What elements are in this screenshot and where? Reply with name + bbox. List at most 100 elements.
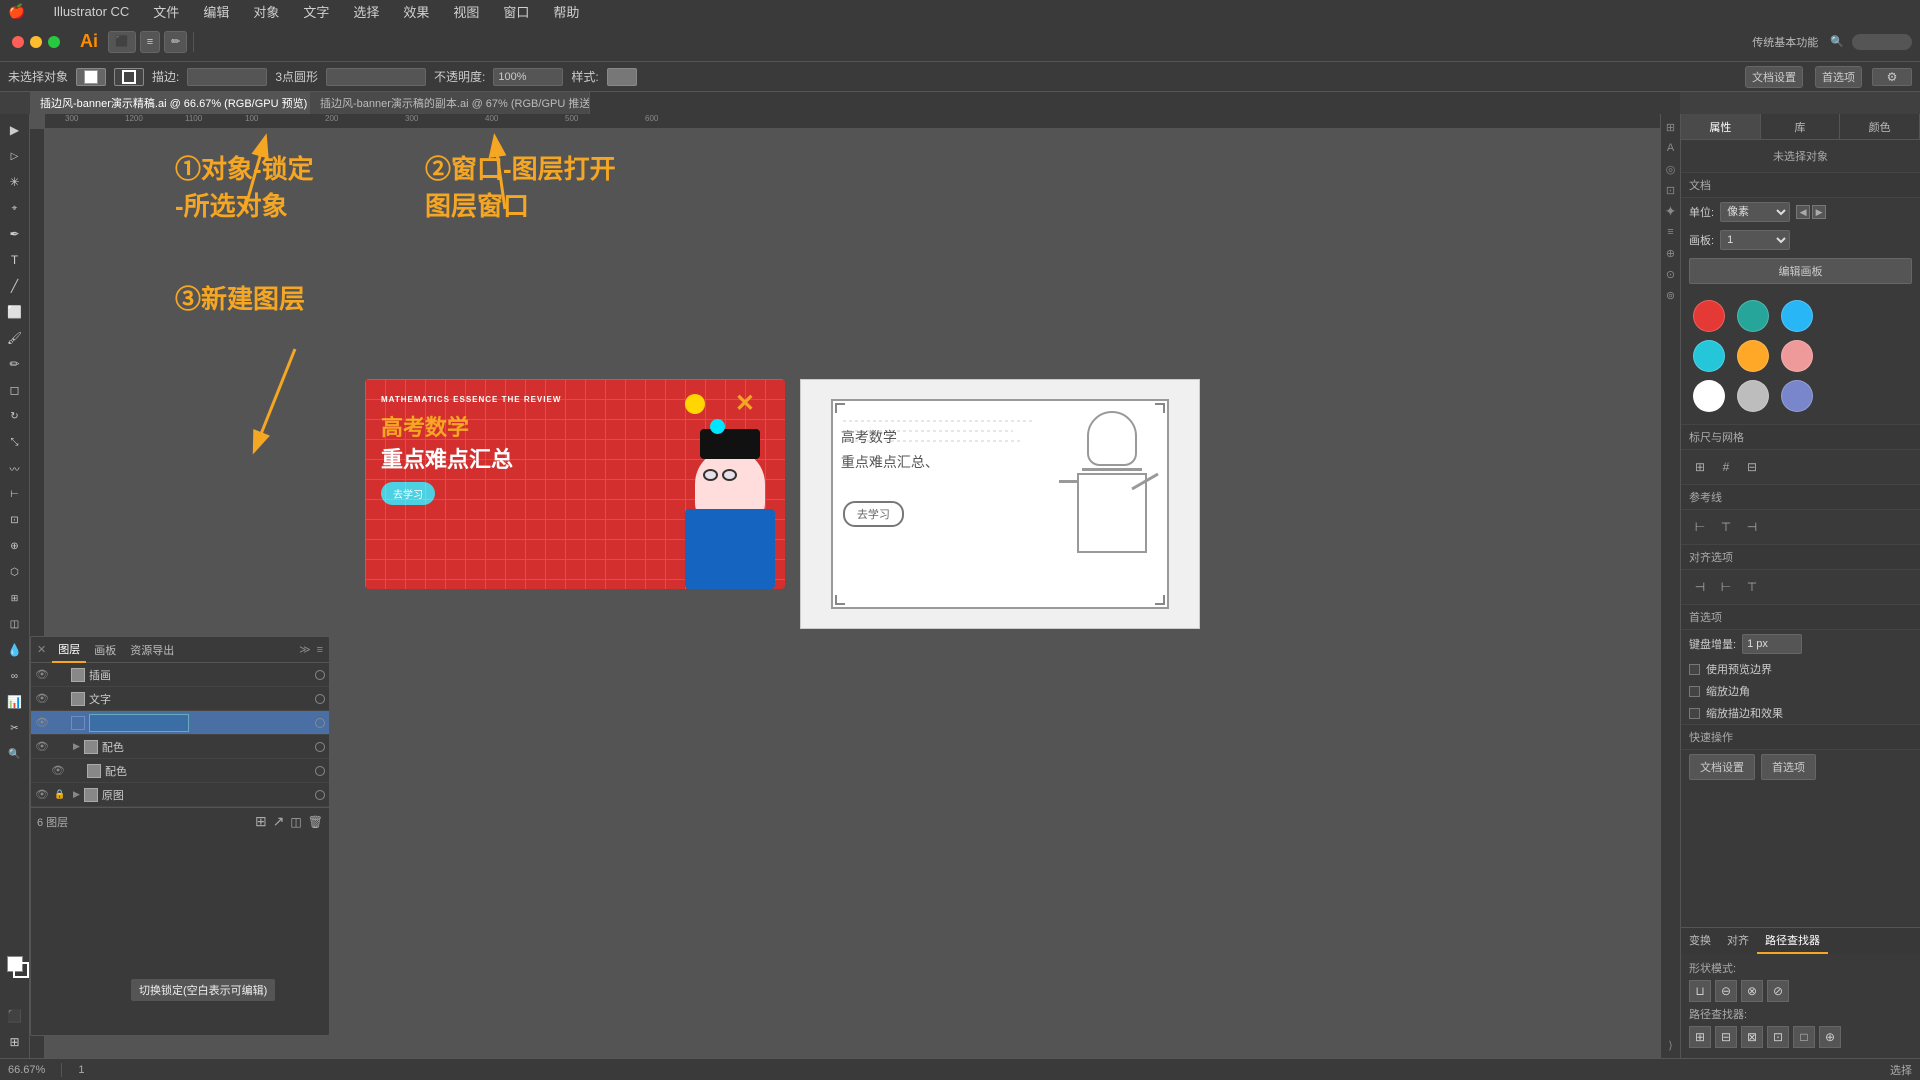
keyboard-increment-input[interactable] [1742,634,1802,654]
lp-tab-export[interactable]: 资源导出 [124,637,180,663]
merge-btn[interactable]: ⊠ [1741,1026,1763,1048]
align-right-icon[interactable]: ⊤ [1741,576,1763,598]
rotate-tool[interactable]: ↻ [3,404,27,428]
swatch-pink[interactable] [1781,340,1813,372]
layer-expand-original[interactable]: ▶ [73,789,80,800]
panel-icon-7[interactable]: ⊕ [1662,244,1680,262]
menu-illustrator[interactable]: Illustrator CC [49,4,133,19]
align-left-icon[interactable]: ⊣ [1689,576,1711,598]
minus-front-btn[interactable]: ⊖ [1715,980,1737,1002]
panel-menu-icon[interactable]: ≡ [317,644,323,656]
unite-btn[interactable]: ⊔ [1689,980,1711,1002]
tab-0[interactable]: 插边风-banner演示精稿.ai @ 66.67% (RGB/GPU 预览) … [30,92,310,114]
trim-btn[interactable]: ⊟ [1715,1026,1737,1048]
layer-visibility-original[interactable]: 👁 [35,788,49,802]
menu-type[interactable]: 文字 [299,2,333,21]
unit-select[interactable]: 像素 [1720,202,1790,222]
perspective-tool[interactable]: ⬡ [3,560,27,584]
panel-icon-9[interactable]: ⊚ [1662,286,1680,304]
layer-lock-text[interactable] [53,692,67,706]
scale-tool[interactable]: ⤡ [3,430,27,454]
layer-expand-colors[interactable]: ▶ [73,741,80,752]
pathfinder-tab[interactable]: 路径查找器 [1757,928,1828,954]
preferences-button[interactable]: 首选项 [1815,66,1862,88]
move-layer-btn[interactable]: ↗ [273,813,285,830]
panel-icon-2[interactable]: A [1662,139,1680,157]
panel-icon-5[interactable]: ✦ [1662,202,1680,220]
zoom-tool[interactable]: 🔍 [3,742,27,766]
rp-tab-library[interactable]: 库 [1761,114,1841,139]
swatch-indigo[interactable] [1781,380,1813,412]
divide-btn[interactable]: ⊞ [1689,1026,1711,1048]
new-layer-btn[interactable]: ⊞ [255,813,267,830]
layer-target-text[interactable] [315,694,325,704]
show-grid-icon[interactable]: # [1715,456,1737,478]
layer-target-colors-sub[interactable] [315,766,325,776]
prev-artboard[interactable]: ◀ [1796,205,1810,219]
stroke-weight[interactable] [187,68,267,86]
slice-tool[interactable]: ✂ [3,716,27,740]
layer-name-colors[interactable]: 配色 [102,739,311,755]
pen-btn[interactable]: ✏ [164,31,187,53]
layer-name-text[interactable]: 文字 [89,691,311,707]
snap-icon[interactable]: ⊟ [1741,456,1763,478]
apple-menu[interactable]: 🍎 [8,3,25,20]
outline-btn[interactable]: □ [1793,1026,1815,1048]
artboard-select[interactable]: 1 [1720,230,1790,250]
exclude-btn[interactable]: ⊘ [1767,980,1789,1002]
gradient-tool[interactable]: ◫ [3,612,27,636]
guide-icon1[interactable]: ⊢ [1689,516,1711,538]
layer-name-colors-sub[interactable]: 配色 [105,763,311,779]
guide-icon2[interactable]: ⊤ [1715,516,1737,538]
layer-name-original[interactable]: 原图 [102,787,311,803]
arrange-icon-btn[interactable]: ⚙ [1872,68,1912,86]
opacity-input[interactable]: 100% [493,68,563,86]
layer-lock-colors[interactable] [53,740,67,754]
crop-btn[interactable]: ⊡ [1767,1026,1789,1048]
collapse-panel-icon[interactable]: ≫ [299,643,311,656]
duplicate-layer-btn[interactable]: ◫ [290,815,301,829]
layer-target-illustration[interactable] [315,670,325,680]
close-button[interactable] [12,36,24,48]
layer-visibility-illustration[interactable]: 👁 [35,668,49,682]
panel-icon-4[interactable]: ⊡ [1662,181,1680,199]
panel-icon-8[interactable]: ⊙ [1662,265,1680,283]
sharp-corners-checkbox[interactable] [1689,686,1700,697]
layer-lock-colors-sub[interactable] [69,764,83,778]
align-center-icon[interactable]: ⊢ [1715,576,1737,598]
layer-lock-original[interactable]: 🔒 [53,788,67,802]
transform-tab[interactable]: 变换 [1681,928,1719,954]
menu-view[interactable]: 视图 [449,2,483,21]
minimize-button[interactable] [30,36,42,48]
free-transform-tool[interactable]: ⊡ [3,508,27,532]
fill-swatch[interactable] [76,68,106,86]
intersect-btn[interactable]: ⊗ [1741,980,1763,1002]
magic-wand-tool[interactable]: ✳ [3,170,27,194]
layer-visibility-colors[interactable]: 👁 [35,740,49,754]
edit-artboards-btn[interactable]: 编辑画板 [1689,258,1912,284]
pencil-tool[interactable]: ✏ [3,352,27,376]
quick-preferences-btn[interactable]: 首选项 [1761,754,1816,780]
shape-selector[interactable] [326,68,426,86]
arrange-btn[interactable]: ⬛ [108,31,136,53]
menu-help[interactable]: 帮助 [549,2,583,21]
menu-edit[interactable]: 编辑 [199,2,233,21]
layer-name-illustration[interactable]: 插画 [89,667,311,683]
menu-effect[interactable]: 效果 [399,2,433,21]
minus-back-btn[interactable]: ⊕ [1819,1026,1841,1048]
swatch-red[interactable] [1693,300,1725,332]
fullscreen-button[interactable] [48,36,60,48]
layer-target-active[interactable] [315,718,325,728]
swatch-lightblue[interactable] [1781,300,1813,332]
panel-icon-bottom[interactable]: ⟩ [1662,1036,1680,1054]
draw-mode[interactable]: ⬛ [3,1004,27,1028]
width-tool[interactable]: ⊢ [3,482,27,506]
swatch-white[interactable] [1693,380,1725,412]
eyedropper-tool[interactable]: 💧 [3,638,27,662]
swatch-gray[interactable] [1737,380,1769,412]
preview-bounds-checkbox[interactable] [1689,664,1700,675]
layer-target-original[interactable] [315,790,325,800]
screen-mode[interactable]: ⊞ [3,1030,27,1054]
panel-icon-1[interactable]: ⊞ [1662,118,1680,136]
type-tool[interactable]: T [3,248,27,272]
